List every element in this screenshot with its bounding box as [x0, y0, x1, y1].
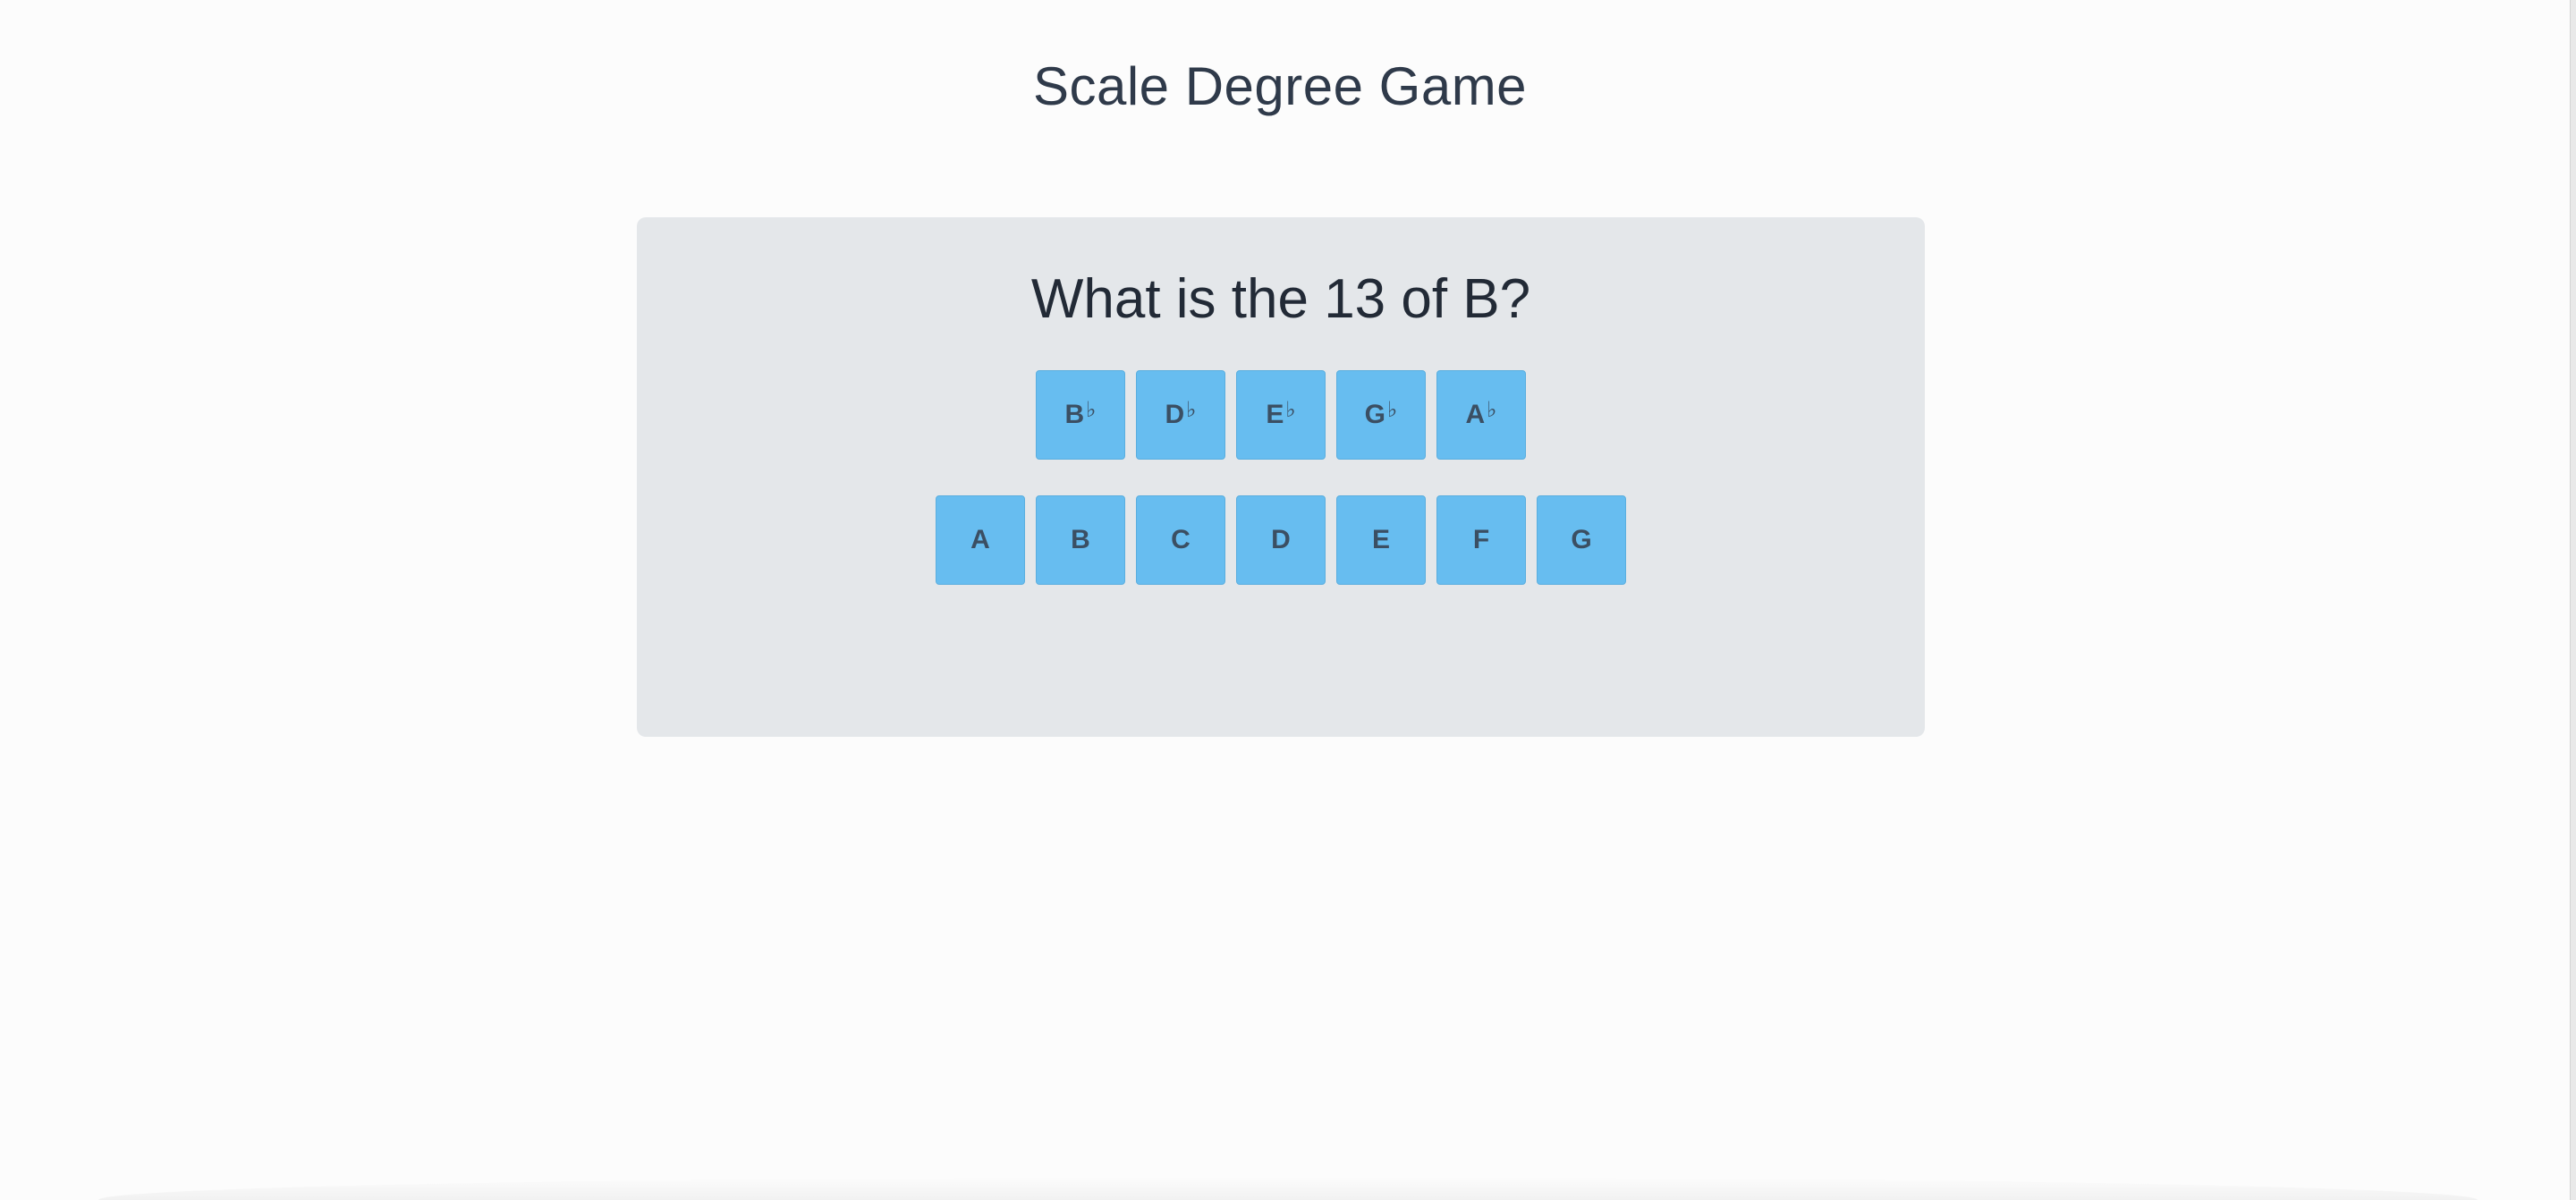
page-title: Scale Degree Game — [1032, 56, 1528, 116]
note-letter: B — [1064, 400, 1085, 429]
note-button-g[interactable]: G — [1537, 495, 1626, 585]
game-card: What is the 13 of B? B ♭ D ♭ E ♭ G ♭ A ♭ A B … — [637, 217, 1925, 737]
note-letter: G — [1364, 400, 1385, 429]
note-button-d[interactable]: D — [1236, 495, 1326, 585]
note-letter: E — [1266, 400, 1284, 429]
note-button-e-flat[interactable]: E ♭ — [1236, 370, 1326, 460]
note-button-b-flat[interactable]: B ♭ — [1036, 370, 1125, 460]
page: Scale Degree Game What is the 13 of B? B… — [0, 0, 2576, 1200]
note-button-g-flat[interactable]: G ♭ — [1336, 370, 1426, 460]
note-button-a[interactable]: A — [936, 495, 1025, 585]
note-letter: A — [1465, 400, 1486, 429]
flat-sign: ♭ — [1487, 397, 1497, 422]
natural-notes-row: A B C D E F G — [637, 495, 1925, 585]
note-button-e[interactable]: E — [1336, 495, 1426, 585]
vertical-scrollbar[interactable] — [2570, 0, 2576, 1200]
note-button-a-flat[interactable]: A ♭ — [1436, 370, 1526, 460]
flat-notes-row: B ♭ D ♭ E ♭ G ♭ A ♭ — [637, 370, 1925, 460]
flat-sign: ♭ — [1186, 397, 1197, 422]
flat-sign: ♭ — [1285, 397, 1296, 422]
note-letter: D — [1165, 400, 1185, 429]
note-button-b[interactable]: B — [1036, 495, 1125, 585]
flat-sign: ♭ — [1086, 397, 1097, 422]
flat-sign: ♭ — [1387, 397, 1398, 422]
note-button-f[interactable]: F — [1436, 495, 1526, 585]
note-button-d-flat[interactable]: D ♭ — [1136, 370, 1225, 460]
bottom-shadow — [98, 1177, 2478, 1200]
question-text: What is the 13 of B? — [1030, 268, 1531, 330]
note-button-c[interactable]: C — [1136, 495, 1225, 585]
